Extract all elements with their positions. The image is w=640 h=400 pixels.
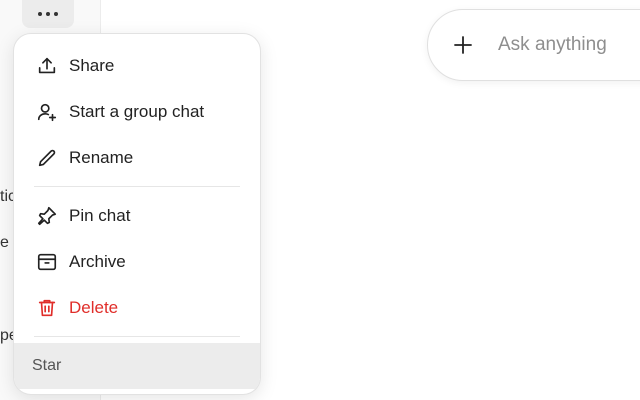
delete-menu-item[interactable]: Delete [14, 286, 260, 330]
start-group-chat-menu-item[interactable]: Start a group chat [14, 90, 260, 134]
more-dot-icon [38, 12, 42, 16]
archive-icon [35, 250, 59, 274]
archive-menu-item[interactable]: Archive [14, 240, 260, 284]
share-menu-item[interactable]: Share [14, 44, 260, 88]
plus-icon[interactable] [452, 34, 474, 56]
sidebar-item-label[interactable]: e [0, 234, 9, 252]
rename-menu-item[interactable]: Rename [14, 136, 260, 180]
star-label: Star [32, 357, 62, 374]
rename-label: Rename [69, 148, 134, 167]
archive-label: Archive [69, 252, 126, 271]
more-dot-icon [46, 12, 50, 16]
pencil-icon [35, 146, 59, 170]
add-user-icon [35, 100, 59, 124]
share-icon [35, 54, 59, 78]
delete-label: Delete [69, 298, 119, 317]
more-options-button[interactable] [22, 0, 74, 28]
ask-input[interactable] [496, 33, 640, 57]
trash-icon [35, 296, 59, 320]
pin-chat-menu-item[interactable]: Pin chat [14, 194, 260, 238]
menu-divider [34, 336, 240, 337]
share-label: Share [69, 56, 115, 75]
pin-icon [35, 204, 59, 228]
app-window: tic e pe Share Start a group chat Rename… [0, 0, 640, 400]
more-dot-icon [54, 12, 58, 16]
pin-chat-label: Pin chat [69, 206, 131, 225]
menu-divider [34, 186, 240, 187]
star-menu-item[interactable]: Star [14, 343, 260, 389]
start-group-chat-label: Start a group chat [69, 102, 205, 121]
composer [427, 9, 640, 81]
chat-context-menu: Share Start a group chat Rename Pin chat… [13, 33, 261, 395]
